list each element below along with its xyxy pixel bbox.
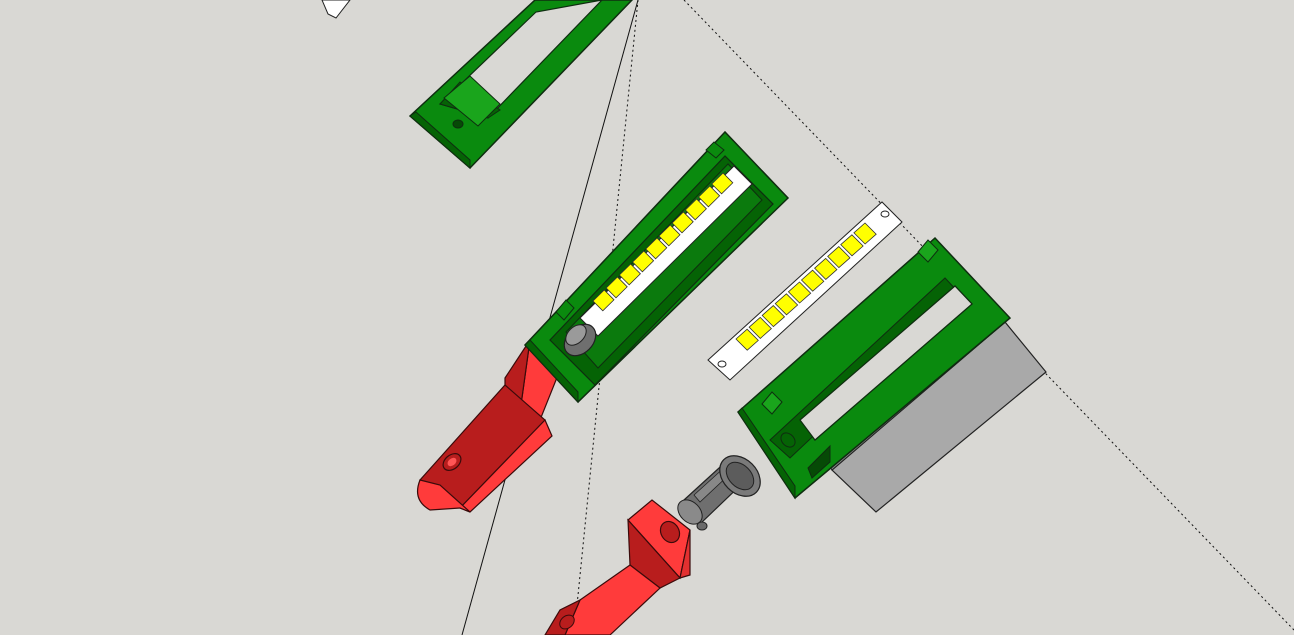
red-mount-bracket-lower[interactable] (544, 499, 691, 635)
gray-cylinder-connector[interactable] (673, 448, 768, 531)
red-mount-bracket-upper[interactable] (417, 338, 561, 513)
white-fragment (321, 0, 351, 19)
modeling-viewport[interactable] (0, 0, 1294, 635)
